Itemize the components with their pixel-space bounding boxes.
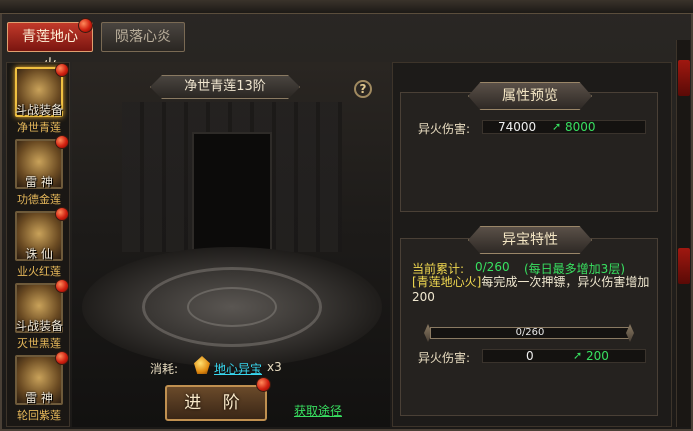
tab-yunluo-xinyan[interactable]: 陨落心炎 [101,22,185,52]
stage-title: 净世青莲13阶 [150,75,300,99]
top-bar [0,0,693,14]
hero-item-4[interactable]: 雷 神 轮回紫莲 [11,351,69,423]
progress-text: 0/260 [515,327,545,338]
hero-name: 斗战装备 [14,319,63,333]
attr-stat-add: 8000 [565,120,596,134]
notification-dot-icon [55,351,69,365]
advance-button[interactable]: 进 阶 [165,385,267,421]
notification-dot-icon [78,18,93,33]
notification-dot-icon [55,207,69,221]
side-strip [676,40,690,427]
desc-highlight: [青莲地心火] [412,275,482,289]
notification-dot-icon [55,63,69,77]
special-stat-label: 异火伤害: [418,351,471,365]
hero-item-3[interactable]: 斗战装备 灭世黑莲 [11,279,69,351]
special-description: [青莲地心火]每完成一次押镖，异火伤害增加200 [412,275,656,305]
hero-sub-label: 轮回紫莲 [17,409,61,422]
hero-item-0[interactable]: 斗战装备 净世青莲 [11,63,69,135]
side-tab-marker [678,248,690,284]
notification-dot-icon [55,279,69,293]
hero-sub-label: 净世青莲 [17,121,61,134]
hero-sub-label: 业火红莲 [17,265,61,278]
up-arrow-icon: ➚ [573,349,583,362]
special-stat-value: 0 [526,349,534,363]
hero-item-1[interactable]: 雷 神 功德金莲 [11,135,69,207]
current-value: 0/260 [475,260,510,274]
hero-list: 斗战装备 净世青莲 雷 神 功德金莲 诛 仙 业火红莲 斗战装备 灭世黑莲 雷 … [6,62,70,427]
hero-sub-label: 灭世黑莲 [17,337,61,350]
background-door [192,132,272,252]
altar-ring-inner [187,287,277,327]
attr-stat-label: 异火伤害: [418,122,471,136]
special-stat-add: 200 [586,349,609,363]
side-tab-marker [678,60,690,96]
special-title: 异宝特性 [468,226,592,254]
cost-label: 消耗: [150,362,179,376]
hero-name: 诛 仙 [25,247,53,261]
hero-sub-label: 功德金莲 [17,193,61,206]
hero-item-2[interactable]: 诛 仙 业火红莲 [11,207,69,279]
up-arrow-icon: ➚ [552,120,562,133]
attr-preview-title: 属性预览 [468,82,592,110]
special-stat-bar [482,349,646,363]
notification-dot-icon [55,135,69,149]
hero-name: 雷 神 [25,175,53,189]
cost-item-link[interactable]: 地心异宝 [214,360,262,377]
hero-name: 雷 神 [25,391,53,405]
hero-name: 斗战装备 [14,103,63,117]
cost-count: x3 [267,360,282,374]
attr-stat-value: 74000 [498,120,537,134]
attr-preview-box [400,92,658,212]
accumulate-progress-bar: 0/260 [430,327,630,339]
question-icon[interactable]: ? [354,80,372,98]
obtain-link[interactable]: 获取途径 [294,402,342,419]
notification-dot-icon [256,377,271,392]
